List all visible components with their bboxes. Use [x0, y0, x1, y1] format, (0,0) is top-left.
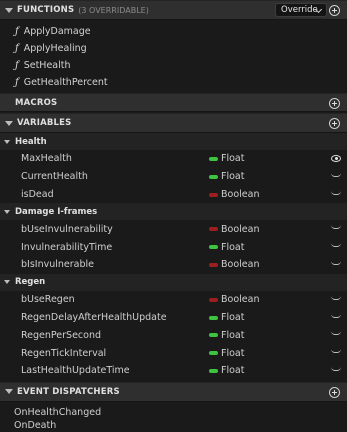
variable-name: CurrentHealth	[21, 171, 88, 183]
variable-type: Float	[221, 241, 245, 253]
type-color-pill-icon	[209, 315, 218, 320]
variable-item[interactable]: LastHealthUpdateTime Float	[0, 362, 347, 380]
type-color-pill-icon	[209, 174, 218, 179]
function-name: ApplyHealing	[23, 43, 87, 54]
function-icon: ƒ	[15, 77, 19, 88]
variable-item[interactable]: bIsInvulnerable Boolean	[0, 256, 347, 274]
type-color-pill-icon	[209, 157, 218, 161]
variables-title: VARIABLES	[17, 118, 72, 128]
function-item[interactable]: ƒ SetHealth	[0, 57, 347, 74]
category-name: Health	[15, 136, 47, 147]
type-color-pill-icon	[209, 227, 218, 232]
variable-item[interactable]: RegenTickInterval Float	[0, 344, 347, 362]
category-name: Regen	[15, 277, 46, 288]
variables-header[interactable]: VARIABLES	[0, 113, 347, 133]
overridable-count: (3 OVERRIDABLE)	[78, 5, 149, 15]
variable-type: Boolean	[221, 188, 260, 200]
type-color-pill-icon	[209, 192, 218, 197]
function-name: SetHealth	[23, 60, 71, 71]
function-name: GetHealthPercent	[23, 77, 108, 88]
variable-name: LastHealthUpdateTime	[21, 365, 130, 377]
add-macro-icon[interactable]	[329, 98, 340, 109]
variable-category[interactable]: Health	[0, 133, 347, 150]
variable-type: Boolean	[221, 259, 260, 271]
variable-type: Float	[221, 171, 245, 183]
function-item[interactable]: ƒ ApplyDamage	[0, 23, 347, 40]
variable-item[interactable]: MaxHealth Float	[0, 150, 347, 168]
eye-closed-icon[interactable]	[331, 225, 341, 230]
eye-closed-icon[interactable]	[331, 191, 341, 195]
collapse-arrow-icon[interactable]	[4, 280, 10, 285]
eye-closed-icon[interactable]	[331, 349, 341, 354]
variable-name: bIsInvulnerable	[21, 259, 94, 271]
add-function-icon[interactable]	[329, 5, 340, 16]
type-color-pill-icon	[209, 245, 218, 250]
dispatcher-item[interactable]: OnHealthChanged	[0, 406, 347, 419]
variable-category[interactable]: Damage I-frames	[0, 203, 347, 221]
eye-closed-icon[interactable]	[331, 261, 341, 265]
variable-type: Float	[221, 365, 245, 377]
eye-closed-icon[interactable]	[331, 173, 341, 177]
add-dispatcher-icon[interactable]	[329, 386, 340, 398]
eye-closed-icon[interactable]	[331, 296, 341, 300]
category-name: Damage I-frames	[15, 206, 98, 217]
type-color-pill-icon	[209, 297, 218, 302]
type-color-pill-icon	[209, 351, 218, 356]
variable-item[interactable]: RegenDelayAfterHealthUpdate Float	[0, 309, 347, 327]
variable-type: Float	[221, 329, 245, 341]
functions-header[interactable]: FUNCTIONS (3 OVERRIDABLE) Override	[0, 0, 347, 20]
event-dispatchers-title: EVENT DISPATCHERS	[17, 386, 120, 397]
collapse-arrow-icon[interactable]	[5, 389, 13, 395]
eye-closed-icon[interactable]	[331, 331, 341, 336]
collapse-arrow-icon[interactable]	[5, 7, 13, 13]
type-color-pill-icon	[209, 333, 218, 338]
variable-item[interactable]: bUseRegen Boolean	[0, 291, 347, 309]
variable-name: isDead	[21, 188, 54, 200]
collapse-arrow-icon[interactable]	[4, 209, 10, 214]
variable-name: MaxHealth	[21, 153, 72, 165]
eye-closed-icon[interactable]	[331, 367, 341, 371]
eye-open-icon[interactable]	[331, 155, 341, 162]
variable-list: Health MaxHealth Float CurrentHealth Float is…	[0, 133, 347, 380]
add-variable-icon[interactable]	[329, 118, 340, 129]
variable-type: Float	[221, 347, 245, 359]
variable-type: Float	[221, 311, 245, 323]
collapse-arrow-icon[interactable]	[5, 120, 13, 126]
variable-type: Boolean	[221, 223, 260, 235]
variable-name: InvulnerabilityTime	[21, 241, 113, 253]
eye-closed-icon[interactable]	[331, 243, 341, 248]
function-item[interactable]: ƒ GetHealthPercent	[0, 74, 347, 91]
variable-name: RegenDelayAfterHealthUpdate	[21, 311, 167, 323]
function-icon: ƒ	[15, 60, 19, 71]
collapse-arrow-icon[interactable]	[4, 139, 10, 144]
function-icon: ƒ	[15, 43, 19, 54]
dispatcher-list: OnHealthChanged OnDeath	[0, 402, 347, 432]
variable-type: Float	[221, 153, 245, 165]
function-item[interactable]: ƒ ApplyHealing	[0, 40, 347, 57]
override-label: Override	[281, 5, 318, 15]
variable-item[interactable]: CurrentHealth Float	[0, 168, 347, 186]
variable-name: bUseInvulnerability	[21, 223, 113, 235]
variable-name: bUseRegen	[21, 294, 75, 306]
variable-item[interactable]: InvulnerabilityTime Float	[0, 238, 347, 256]
macros-header[interactable]: MACROS	[0, 93, 347, 112]
variable-type: Boolean	[221, 294, 260, 306]
variable-item[interactable]: RegenPerSecond Float	[0, 326, 347, 344]
variable-category[interactable]: Regen	[0, 273, 347, 291]
variable-name: RegenTickInterval	[21, 347, 107, 359]
function-name: ApplyDamage	[23, 26, 91, 37]
variable-item[interactable]: bUseInvulnerability Boolean	[0, 220, 347, 238]
functions-title: FUNCTIONS	[17, 5, 75, 15]
function-icon: ƒ	[15, 26, 19, 37]
variable-item[interactable]: isDead Boolean	[0, 186, 347, 204]
macros-title: MACROS	[15, 97, 58, 108]
event-dispatchers-header[interactable]: EVENT DISPATCHERS	[0, 381, 347, 402]
variable-name: RegenPerSecond	[21, 329, 102, 341]
type-color-pill-icon	[209, 368, 218, 373]
dispatcher-item[interactable]: OnDeath	[0, 419, 347, 432]
type-color-pill-icon	[209, 262, 218, 267]
override-dropdown[interactable]: Override	[275, 3, 327, 17]
eye-closed-icon[interactable]	[331, 314, 341, 318]
function-list: ƒ ApplyDamage ƒ ApplyHealing ƒ SetHealth ƒ GetH…	[0, 20, 347, 93]
